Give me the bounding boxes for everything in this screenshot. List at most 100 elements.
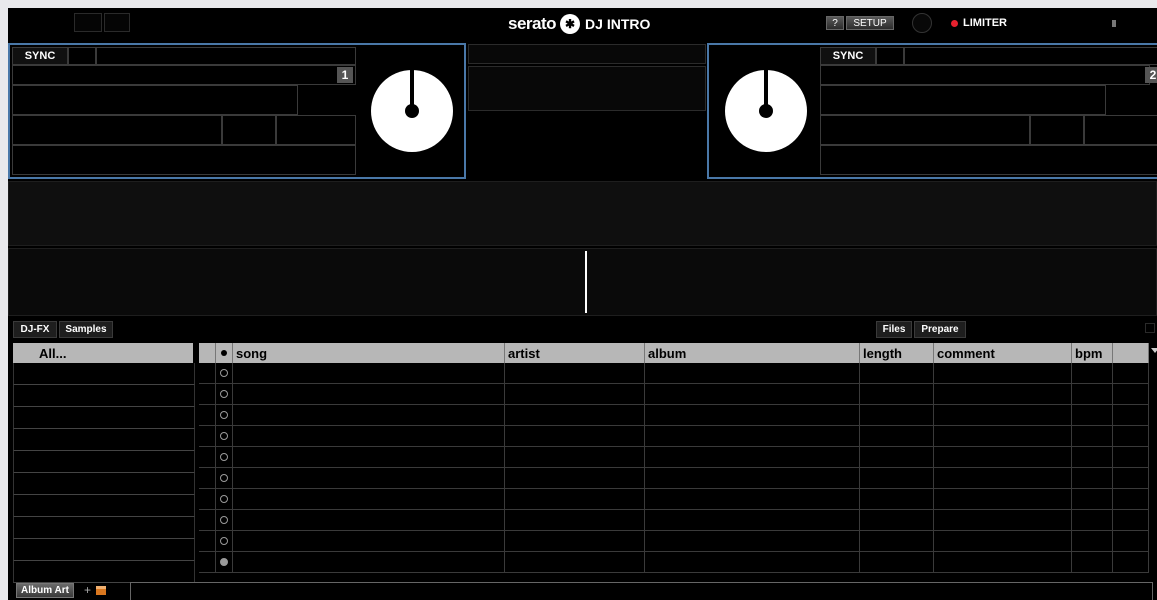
table-row[interactable] [199, 363, 1149, 384]
column-header-status[interactable] [216, 343, 233, 363]
deck-1-track-info [12, 65, 356, 85]
row-status-cell [216, 552, 233, 572]
table-row[interactable] [199, 384, 1149, 405]
row-status-icon [220, 453, 228, 461]
deck-2-key-field [820, 145, 1157, 175]
setup-button[interactable]: SETUP [846, 16, 894, 30]
crate-item[interactable] [13, 385, 195, 407]
add-crate-button[interactable]: + [84, 583, 91, 597]
row-cell [505, 510, 645, 530]
table-row[interactable] [199, 531, 1149, 552]
crate-item[interactable] [13, 495, 195, 517]
row-cell [1072, 510, 1113, 530]
tab-dj-fx[interactable]: DJ-FX [13, 321, 57, 338]
album-art-button[interactable]: Album Art [16, 583, 74, 598]
layout-button-1[interactable] [74, 13, 102, 32]
row-cell [860, 426, 934, 446]
library-table: song artist album length comment bpm [199, 343, 1149, 573]
row-cell [1113, 426, 1149, 446]
deck-1-small-field [68, 47, 96, 65]
table-row[interactable] [199, 447, 1149, 468]
row-cell [1072, 552, 1113, 572]
help-button[interactable]: ? [826, 16, 844, 30]
crate-item[interactable] [13, 561, 195, 583]
main-waveform-display[interactable] [8, 248, 1157, 316]
tab-prepare[interactable]: Prepare [914, 321, 966, 338]
column-header-comment[interactable]: comment [934, 343, 1072, 363]
row-cell [934, 384, 1072, 404]
table-row[interactable] [199, 510, 1149, 531]
deck-2-artist-field [820, 85, 1106, 115]
row-status-cell [216, 363, 233, 383]
deck-2-sync-button[interactable]: SYNC [820, 47, 876, 65]
center-header-strip [468, 44, 706, 64]
track-overview-display[interactable] [8, 181, 1157, 246]
crate-item[interactable] [13, 363, 195, 385]
row-cell [1113, 405, 1149, 425]
deck-2-small-field [876, 47, 904, 65]
column-header-extra[interactable] [1113, 343, 1149, 363]
row-cell [934, 489, 1072, 509]
row-cell [199, 447, 216, 467]
deck-1-sync-button[interactable]: SYNC [12, 47, 68, 65]
table-row[interactable] [199, 426, 1149, 447]
deck-2-platter[interactable] [725, 70, 807, 152]
row-cell [860, 405, 934, 425]
row-cell [860, 447, 934, 467]
row-status-icon [220, 495, 228, 503]
crate-item[interactable] [13, 451, 195, 473]
panel-toggle-button[interactable] [1145, 323, 1155, 333]
level-meter [1112, 20, 1116, 27]
row-status-cell [216, 510, 233, 530]
table-row[interactable] [199, 552, 1149, 573]
deck-1-time-field [12, 115, 222, 145]
limiter-dot-icon [951, 19, 958, 27]
deck-1-key-field [12, 145, 356, 175]
table-row[interactable] [199, 489, 1149, 510]
crate-item[interactable] [13, 407, 195, 429]
row-cell [934, 468, 1072, 488]
serato-dj-intro-window: serato ✱ DJ INTRO ? SETUP LIMITER SYNC 1 [8, 8, 1157, 600]
row-cell [1113, 447, 1149, 467]
row-cell [1072, 405, 1113, 425]
crate-all[interactable]: All... [13, 343, 193, 363]
row-cell [1113, 489, 1149, 509]
crate-item[interactable] [13, 473, 195, 495]
column-header-blank[interactable] [199, 343, 216, 363]
library-search-field[interactable] [130, 582, 1153, 600]
deck-2-spindle-icon [759, 104, 773, 118]
tab-files[interactable]: Files [876, 321, 912, 338]
column-header-length[interactable]: length [860, 343, 934, 363]
deck-2-track-info [820, 65, 1150, 85]
deck-1: SYNC 1 [8, 43, 466, 179]
deck-1-number: 1 [337, 67, 353, 83]
crate-box-icon[interactable] [96, 586, 106, 595]
crate-item[interactable] [13, 517, 195, 539]
column-header-bpm[interactable]: bpm [1072, 343, 1113, 363]
tab-samples[interactable]: Samples [59, 321, 113, 338]
crate-item[interactable] [13, 539, 195, 561]
table-row[interactable] [199, 405, 1149, 426]
row-cell [1113, 510, 1149, 530]
row-status-icon [220, 474, 228, 482]
limiter-label: LIMITER [963, 17, 1007, 29]
crate-item[interactable] [13, 429, 195, 451]
layout-button-2[interactable] [104, 13, 130, 32]
table-row[interactable] [199, 468, 1149, 489]
row-cell [505, 531, 645, 551]
row-cell [505, 489, 645, 509]
row-cell [199, 363, 216, 383]
row-cell [860, 468, 934, 488]
row-cell [860, 531, 934, 551]
row-cell [199, 552, 216, 572]
column-header-artist[interactable]: artist [505, 343, 645, 363]
deck-2-pitch-field [1084, 115, 1157, 145]
scroll-up-arrow-icon[interactable] [1151, 348, 1157, 353]
master-volume-knob[interactable] [912, 13, 932, 33]
deck-1-platter[interactable] [371, 70, 453, 152]
deck-1-artist-field [12, 85, 298, 115]
row-cell [1113, 468, 1149, 488]
column-header-album[interactable]: album [645, 343, 860, 363]
library-rows [199, 363, 1149, 573]
column-header-song[interactable]: song [233, 343, 505, 363]
